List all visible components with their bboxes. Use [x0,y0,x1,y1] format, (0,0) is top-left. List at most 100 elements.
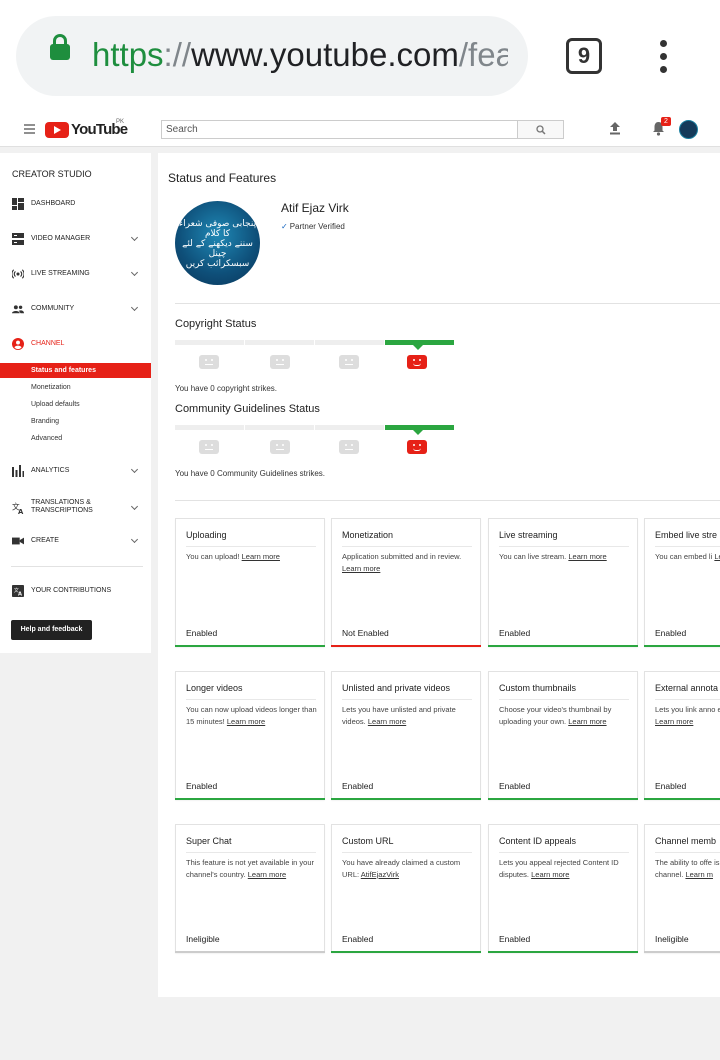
sidebar-subitem-label: Branding [31,418,60,425]
feature-title: Unlisted and private videos [342,683,451,693]
feature-description: This feature is not yet available in you… [186,857,320,880]
learn-more-link[interactable]: Learn more [655,717,693,726]
feature-title: Content ID appeals [499,836,577,846]
sidebar-subitem-upload-defaults[interactable]: Upload defaults [0,397,151,412]
feature-title: Super Chat [186,836,232,846]
avatar-line-1: پنجابی صوفی شعراء کا کلام [178,219,257,239]
url-text[interactable]: https://www.youtube.com/fea [92,36,508,74]
learn-more-link[interactable]: Learn more [714,552,720,561]
feature-status: Enabled [499,781,531,791]
feature-description-text: You have already claimed a custom URL: [342,858,461,879]
feature-title: Embed live stre [655,530,718,540]
feature-status: Enabled [186,628,218,638]
feature-card: Longer videos You can now upload videos l… [175,671,325,800]
sidebar-item-analytics[interactable]: ANALYTICS [0,461,151,481]
neutral-face-icon [339,355,359,369]
sidebar-item-label: ANALYTICS [31,467,70,474]
card-divider [499,852,629,853]
feature-description: You can live stream. Learn more [499,551,633,563]
feature-card: Unlisted and private videos Lets you have… [331,671,481,800]
feature-description: Lets you have unlisted and private video… [342,704,476,727]
feature-description: Application submitted and in review. Lea… [342,551,476,574]
sidebar-item-dashboard[interactable]: DASHBOARD [0,194,151,214]
feature-card: External annota Lets you link anno extern… [644,671,720,800]
partner-verified-status: ✓ Partner Verified [281,222,345,231]
status-bar [488,951,638,953]
sidebar-item-create[interactable]: CREATE [0,531,151,551]
browser-menu-icon[interactable] [660,40,668,74]
sad-face-icon [199,355,219,369]
sidebar-item-live-streaming[interactable]: LIVE STREAMING [0,264,151,284]
neutral-face-icon [339,440,359,454]
status-bar [644,798,720,800]
help-and-feedback-button[interactable]: Help and feedback [11,620,92,640]
chevron-down-icon[interactable] [130,233,139,242]
notification-count-badge: 2 [661,117,671,126]
sidebar-item-community[interactable]: COMMUNITY [0,299,151,319]
sidebar-item-translations[interactable]: 文A TRANSLATIONS & TRANSCRIPTIONS [0,496,151,520]
search-button[interactable] [517,120,564,139]
sidebar-item-label: CHANNEL [31,340,65,347]
chevron-down-icon[interactable] [130,502,139,511]
contributions-icon: 文A [12,585,24,597]
create-video-icon [12,537,24,545]
sidebar-item-video-manager[interactable]: VIDEO MANAGER [0,229,151,249]
feature-card: Super Chat This feature is not yet availa… [175,824,325,953]
card-divider [499,699,629,700]
sidebar-subitem-branding[interactable]: Branding [0,414,151,429]
section-divider [175,500,720,501]
search-input[interactable]: Search [161,120,518,139]
learn-more-link[interactable]: Learn more [227,717,265,726]
sidebar-item-your-contributions[interactable]: 文A YOUR CONTRIBUTIONS [0,581,151,601]
sidebar-item-label: CREATE [31,537,59,544]
sidebar-subitem-label: Monetization [31,384,71,391]
community-strike-meter [175,425,455,455]
feature-title: External annota [655,683,719,693]
learn-more-link[interactable]: Learn more [531,870,569,879]
sad-face-icon [199,440,219,454]
learn-more-link[interactable]: Learn more [368,717,406,726]
youtube-logo-icon[interactable] [45,122,69,138]
analytics-icon [12,465,24,477]
url-path: /fea [458,36,508,73]
feature-description-text: You can upload! [186,552,240,561]
learn-more-link[interactable]: AtifEjazVirk [361,870,399,879]
chevron-down-icon[interactable] [130,465,139,474]
sidebar-subitem-monetization[interactable]: Monetization [0,380,151,395]
feature-description-text: You can embed li [655,552,713,561]
chevron-down-icon[interactable] [130,535,139,544]
sidebar-subitem-status-and-features[interactable]: Status and features [0,363,151,378]
card-divider [186,852,316,853]
upload-icon[interactable] [609,121,621,135]
learn-more-link[interactable]: Learn m [685,870,713,879]
learn-more-link[interactable]: Learn more [248,870,286,879]
sidebar-subitem-advanced[interactable]: Advanced [0,431,151,446]
learn-more-link[interactable]: Learn more [568,717,606,726]
feature-card: Live streaming You can live stream. Learn… [488,518,638,647]
sidebar-item-label: TRANSLATIONS & TRANSCRIPTIONS [31,499,93,514]
chevron-down-icon[interactable] [130,303,139,312]
channel-avatar[interactable]: پنجابی صوفی شعراء کا کلام سننے دیکھنے کے… [175,201,260,285]
learn-more-link[interactable]: Learn more [342,564,380,573]
section-divider [175,303,720,304]
address-bar[interactable]: https://www.youtube.com/fea [16,16,528,96]
tab-switcher-button[interactable]: 9 [566,38,602,74]
learn-more-link[interactable]: Learn more [568,552,606,561]
sidebar-item-channel[interactable]: CHANNEL [0,334,151,354]
feature-description: Lets you appeal rejected Content ID disp… [499,857,633,880]
feature-title: Uploading [186,530,227,540]
status-and-features-panel: Status and Features پنجابی صوفی شعراء کا… [158,153,720,997]
dashboard-icon [12,198,24,210]
chevron-down-icon[interactable] [130,268,139,277]
browser-toolbar: https://www.youtube.com/fea 9 [0,0,720,112]
card-divider [342,699,472,700]
channel-name[interactable]: Atif Ejaz Virk [281,201,349,215]
feature-description: The ability to offe isn't yet available … [655,857,720,880]
svg-text:A: A [18,591,22,597]
neutral-face-icon [270,355,290,369]
guide-menu-icon[interactable] [24,124,35,134]
account-avatar[interactable] [679,120,698,139]
learn-more-link[interactable]: Learn more [242,552,280,561]
sidebar-divider [11,566,143,567]
video-manager-icon [12,233,24,245]
